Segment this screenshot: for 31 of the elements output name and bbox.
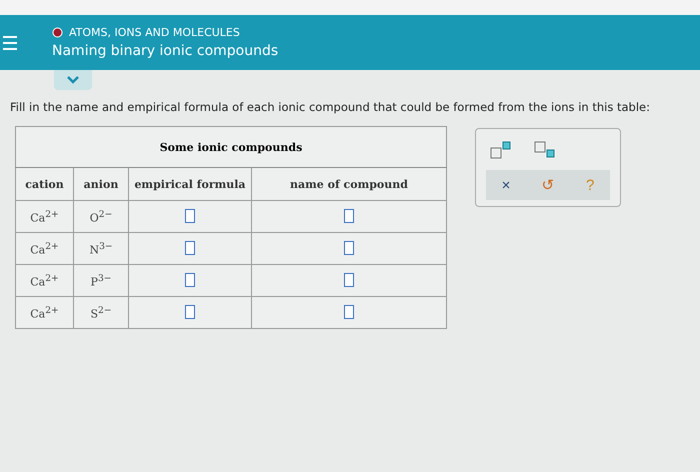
cation-cell: Ca$^{2+}$ <box>16 264 74 296</box>
column-header: anion <box>74 168 128 200</box>
formula-input-field[interactable] <box>185 273 195 288</box>
column-header: cation <box>16 168 74 200</box>
instruction-text: Fill in the name and empirical formula of each ionic compound that could be formed from the ions in this table: <box>10 100 651 114</box>
anion-cell: N$^{3−}$ <box>74 232 128 264</box>
status-dot-icon <box>52 27 63 38</box>
cation-cell: Ca$^{2+}$ <box>16 200 74 232</box>
name-input-field[interactable] <box>344 241 354 256</box>
name-input-field[interactable] <box>344 209 354 224</box>
expand-button[interactable] <box>54 70 92 90</box>
column-header: empirical formula <box>128 168 252 200</box>
formula-input-field[interactable] <box>185 305 195 320</box>
cation-cell: Ca$^{2+}$ <box>16 296 74 328</box>
undo-button[interactable]: ↺ <box>538 176 559 194</box>
column-header: name of compound <box>252 168 446 200</box>
formula-input-field[interactable] <box>185 209 195 224</box>
anion-cell: O$^{2−}$ <box>74 200 128 232</box>
cation-cell: Ca$^{2+}$ <box>16 232 74 264</box>
table-caption: Some ionic compounds <box>16 126 446 168</box>
anion-cell: P$^{3−}$ <box>74 264 128 296</box>
help-button[interactable]: ? <box>582 176 598 194</box>
anion-cell: S$^{2−}$ <box>74 296 128 328</box>
clear-button[interactable]: × <box>498 176 514 194</box>
name-input-field[interactable] <box>344 273 354 288</box>
lesson-title: Naming binary ionic compounds <box>52 43 278 59</box>
menu-icon[interactable] <box>3 34 17 50</box>
topic-label: ATOMS, IONS AND MOLECULES <box>69 26 240 39</box>
name-input-field[interactable] <box>344 305 354 320</box>
formula-input-field[interactable] <box>185 241 195 256</box>
chevron-down-icon <box>67 76 79 84</box>
